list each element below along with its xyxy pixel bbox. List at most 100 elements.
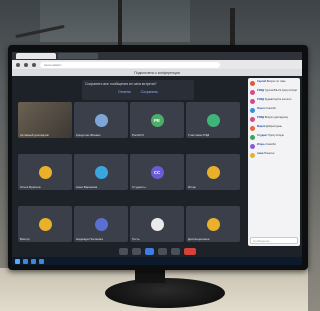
chat-sender: Студент bbox=[257, 134, 269, 137]
chat-text: Группа ВЭ-21 присутствует bbox=[264, 89, 298, 92]
chat-message-text: РЭКД Группа ВЭ-21 присутствует bbox=[257, 89, 297, 95]
chat-sender: РЭКД bbox=[257, 98, 265, 101]
participant-avatar-icon bbox=[150, 217, 164, 231]
participant-name: Дистанционное bbox=[188, 237, 210, 241]
participant-name: Активный докладчик bbox=[20, 133, 49, 137]
chat-avatar-icon bbox=[250, 126, 255, 131]
leave-button[interactable] bbox=[183, 248, 196, 255]
prompt-actions: Отмена Сохранить bbox=[85, 90, 191, 94]
participant-avatar-icon bbox=[94, 217, 108, 231]
participant-avatar-icon: СС bbox=[150, 165, 164, 179]
participant-tile[interactable]: Ольга Брагина bbox=[18, 154, 72, 190]
participant-tile[interactable]: Участники РЭД bbox=[186, 102, 240, 138]
taskbar-app-icon[interactable] bbox=[31, 258, 36, 264]
participant-avatar-icon: РЕ bbox=[150, 113, 164, 127]
chat-text: Здравствуйте коллеги bbox=[264, 98, 292, 101]
chat-text: Вопрос докладчику bbox=[264, 116, 289, 119]
participant-tile[interactable]: РЕ РоссКСУ bbox=[130, 102, 184, 138]
forward-icon[interactable] bbox=[24, 62, 28, 67]
back-icon[interactable] bbox=[16, 62, 20, 67]
participant-tile[interactable]: Гость bbox=[130, 206, 184, 242]
share-screen-button[interactable] bbox=[144, 248, 154, 255]
chat-text: Вопрос по теме bbox=[266, 80, 286, 83]
chat-avatar-icon bbox=[250, 135, 255, 140]
chat-text: Спасибо bbox=[265, 107, 276, 110]
photo-scene: zoom.us/wc/... Подключено к конференции … bbox=[0, 0, 308, 311]
participant-tile[interactable]: Надежда Полякова bbox=[74, 206, 128, 242]
taskbar-app-icon[interactable] bbox=[23, 258, 28, 264]
chat-message-text: Сергей Вопрос по теме bbox=[257, 80, 286, 86]
chat-message: Ольга Спасибо bbox=[248, 105, 300, 114]
participant-tile[interactable]: Кредитно-Финанс. bbox=[74, 102, 128, 138]
participant-tile[interactable]: Анна Баранова bbox=[74, 154, 128, 190]
chat-input[interactable]: Сообщение... bbox=[250, 237, 298, 244]
chat-avatar-icon bbox=[250, 81, 255, 86]
windows-taskbar bbox=[12, 257, 302, 265]
monitor-screen: zoom.us/wc/... Подключено к конференции … bbox=[12, 52, 302, 257]
save-button[interactable]: Сохранить bbox=[141, 90, 158, 94]
participant-name: Участники РЭД bbox=[188, 133, 210, 137]
participant-avatar-icon bbox=[94, 165, 108, 179]
chat-avatar-icon bbox=[250, 108, 255, 113]
taskbar-app-icon[interactable] bbox=[39, 258, 44, 264]
participant-name: Игорь bbox=[188, 185, 197, 189]
chat-message-text: Ольга Спасибо bbox=[257, 107, 276, 113]
participant-tile[interactable]: СС Студенты bbox=[130, 154, 184, 190]
chat-sender: Сергей bbox=[257, 80, 267, 83]
monitor-stand-base bbox=[105, 278, 225, 308]
mute-button[interactable] bbox=[118, 248, 128, 255]
meeting-title-bar: Подключено к конференции bbox=[12, 69, 302, 76]
cancel-button[interactable]: Отмена bbox=[118, 90, 131, 94]
windows-start-icon[interactable] bbox=[15, 258, 20, 264]
chat-message-text: Мария Добрый день bbox=[257, 125, 282, 131]
browser-tab-strip bbox=[12, 52, 302, 60]
chat-text: Понятно bbox=[264, 152, 275, 155]
participant-tile[interactable]: Дистанционное bbox=[186, 206, 240, 242]
participant-name: Студенты bbox=[132, 185, 146, 189]
browser-tab[interactable] bbox=[58, 53, 98, 59]
participant-avatar-icon bbox=[94, 113, 108, 127]
video-button[interactable] bbox=[131, 248, 141, 255]
url-input[interactable]: zoom.us/wc/... bbox=[40, 61, 220, 68]
chat-panel: Сергей Вопрос по теме РЭКД Группа ВЭ-21 п… bbox=[248, 78, 300, 246]
chat-message: Сергей Вопрос по теме bbox=[248, 78, 300, 87]
chat-button[interactable] bbox=[170, 248, 180, 255]
participant-name: Гость bbox=[132, 237, 140, 241]
participant-avatar-icon bbox=[38, 217, 52, 231]
reload-icon[interactable] bbox=[32, 62, 36, 67]
browser-address-bar: zoom.us/wc/... bbox=[12, 60, 302, 69]
chat-message-text: РЭКД Здравствуйте коллеги bbox=[257, 98, 291, 104]
meeting-title: Подключено к конференции bbox=[134, 70, 180, 75]
chat-message: Мария Добрый день bbox=[248, 123, 300, 132]
chat-avatar-icon bbox=[250, 99, 255, 104]
chat-message: Студент Присутствую bbox=[248, 132, 300, 141]
participant-name: Анна Баранова bbox=[76, 185, 98, 189]
participant-name: Кредитно-Финанс. bbox=[76, 133, 102, 137]
chat-sender: РЭКД bbox=[257, 116, 265, 119]
chat-message-text: РЭКД Вопрос докладчику bbox=[257, 116, 288, 122]
microphone-stand-right bbox=[230, 8, 235, 48]
participant-avatar-icon bbox=[206, 217, 220, 231]
participant-tile[interactable]: Активный докладчик bbox=[18, 102, 72, 138]
chat-text: Добрый день bbox=[266, 125, 282, 128]
chat-message-text: Игорь Спасибо bbox=[257, 143, 276, 149]
participant-tile[interactable]: Виктор bbox=[18, 206, 72, 242]
save-chat-prompt: Сохранить все сообщения из чата встречи?… bbox=[82, 80, 194, 100]
participant-name: Надежда Полякова bbox=[76, 237, 103, 241]
participants-button[interactable] bbox=[157, 248, 167, 255]
chat-text: Присутствую bbox=[268, 134, 284, 137]
chat-message: РЭКД Группа ВЭ-21 присутствует bbox=[248, 87, 300, 96]
chat-sender: РЭКД bbox=[257, 89, 265, 92]
participant-name: Виктор bbox=[20, 237, 30, 241]
meeting-toolbar bbox=[12, 246, 302, 257]
chat-message: Игорь Спасибо bbox=[248, 141, 300, 150]
chat-message: Анна Понятно bbox=[248, 150, 300, 159]
chat-message: РЭКД Вопрос докладчику bbox=[248, 114, 300, 123]
microphone-stand-left bbox=[118, 0, 122, 48]
chat-avatar-icon bbox=[250, 117, 255, 122]
chat-message: РЭКД Здравствуйте коллеги bbox=[248, 96, 300, 105]
background-window bbox=[40, 0, 190, 42]
chat-sender: Мария bbox=[257, 125, 267, 128]
participant-tile[interactable]: Игорь bbox=[186, 154, 240, 190]
browser-tab-active[interactable] bbox=[16, 53, 56, 59]
